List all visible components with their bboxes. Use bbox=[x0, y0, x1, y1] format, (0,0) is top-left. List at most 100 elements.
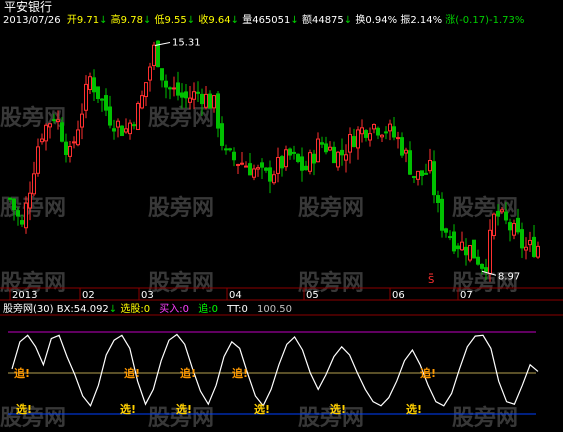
indicator-xuangu: 选股:0 bbox=[120, 304, 151, 315]
arrow-down-icon: ↓ bbox=[343, 15, 353, 26]
info-close: 收9.64 bbox=[198, 15, 231, 26]
zhui-signal-label: 追! bbox=[124, 366, 140, 380]
arrow-down-icon: ↓ bbox=[186, 15, 196, 26]
indicator-bx: BX:54.092 bbox=[56, 304, 109, 315]
candle-body bbox=[300, 156, 304, 171]
candle-body bbox=[520, 229, 524, 249]
candle-body bbox=[432, 161, 436, 196]
candle-body bbox=[32, 173, 36, 195]
info-low: 低9.55 bbox=[154, 15, 187, 26]
candle-body bbox=[184, 91, 188, 99]
candle-body bbox=[528, 239, 532, 246]
info-turnover: 换0.94% bbox=[355, 15, 398, 26]
zhui-signal-label: 追! bbox=[180, 366, 196, 380]
candle-body bbox=[52, 119, 56, 122]
arrow-down-icon: ↓ bbox=[99, 15, 108, 26]
watermark-text: 股旁网 bbox=[148, 105, 214, 131]
candle-body bbox=[448, 236, 452, 239]
candle-body bbox=[388, 123, 392, 132]
candle-body bbox=[224, 148, 228, 151]
indicator-zhui: 追:0 bbox=[198, 304, 218, 315]
time-axis-label: 07 bbox=[460, 290, 473, 301]
candle-body bbox=[100, 98, 104, 101]
candle-body bbox=[256, 167, 260, 170]
candle-body bbox=[236, 163, 240, 166]
candle-body bbox=[476, 256, 480, 265]
candle-body bbox=[152, 44, 156, 67]
info-amplitude: 振2.14% bbox=[400, 15, 443, 26]
candle-body bbox=[428, 160, 432, 172]
candle-body bbox=[128, 122, 132, 135]
stock-chart[interactable]: 股旁网 股旁网 股旁网 股旁网 股旁网 股旁网 股旁网 股旁网 股旁网 股旁网 股旁网 股旁网 股旁网股… bbox=[0, 0, 563, 432]
candle-body bbox=[208, 93, 212, 109]
candle-body bbox=[480, 263, 484, 269]
xuan-signal-label: 选! bbox=[16, 402, 32, 416]
arrow-down-icon: ↓ bbox=[108, 304, 118, 315]
candle-body bbox=[276, 156, 280, 174]
candle-body bbox=[248, 163, 252, 176]
indicator-mairu: 买入:0 bbox=[159, 304, 190, 315]
candle-body bbox=[400, 137, 404, 156]
candle-body bbox=[108, 106, 112, 126]
candle-body bbox=[280, 156, 284, 169]
candle-body bbox=[424, 172, 428, 175]
candle-body bbox=[164, 80, 168, 88]
xuan-signal-label: 选! bbox=[406, 402, 422, 416]
candle-body bbox=[416, 170, 420, 180]
candle-body bbox=[12, 198, 16, 211]
candle-body bbox=[328, 146, 332, 151]
candle-body bbox=[340, 149, 344, 156]
time-axis-label: 02 bbox=[82, 290, 95, 301]
candle-body bbox=[320, 142, 324, 145]
candle-body bbox=[76, 129, 80, 146]
info-change: 涨(-0.17)-1.73% bbox=[445, 15, 525, 26]
arrow-down-icon: ↓ bbox=[290, 15, 299, 26]
candle-body bbox=[324, 143, 328, 153]
candle-body bbox=[140, 95, 144, 109]
candle-body bbox=[404, 149, 408, 154]
watermark-text: 股旁网 bbox=[452, 195, 518, 221]
info-open: 开9.71 bbox=[66, 15, 100, 26]
candle-body bbox=[80, 113, 84, 128]
watermark-text: 股旁网 bbox=[148, 270, 214, 296]
indicator-tt: TT:0 bbox=[227, 304, 248, 315]
candle-body bbox=[60, 122, 64, 142]
candle-body bbox=[68, 145, 72, 157]
candle-body bbox=[508, 222, 512, 231]
price-chart[interactable]: 股旁网 股旁网股旁网 股旁网股旁网 股旁网 股旁网 股旁网股旁网 股旁网股旁网 股旁网 股旁网股… bbox=[0, 0, 563, 432]
candle-body bbox=[364, 130, 368, 138]
zhui-signal-label: 追! bbox=[232, 366, 248, 380]
candle-body bbox=[488, 229, 492, 274]
time-axis-label: 05 bbox=[306, 290, 319, 301]
candle-body bbox=[160, 68, 164, 81]
candle-body bbox=[348, 134, 352, 153]
candle-body bbox=[228, 148, 232, 151]
candle-body bbox=[472, 239, 476, 259]
candle-body bbox=[368, 133, 372, 141]
candle-body bbox=[204, 93, 208, 108]
watermark-text: 股旁网 bbox=[298, 195, 364, 221]
info-high: 高9.78 bbox=[110, 15, 143, 26]
candle-body bbox=[20, 220, 24, 225]
min-price-label: 8.97 bbox=[498, 271, 520, 282]
candle-body bbox=[124, 128, 128, 133]
candle-body bbox=[412, 176, 416, 179]
candle-body bbox=[96, 86, 100, 100]
candle-body bbox=[188, 97, 192, 103]
candle-body bbox=[232, 151, 236, 161]
candle-body bbox=[92, 77, 96, 93]
candle-body bbox=[216, 93, 220, 129]
candle-body bbox=[496, 210, 500, 217]
stock-name: 平安银行 bbox=[4, 0, 53, 14]
indicator-name: 股旁网(30) bbox=[3, 304, 54, 315]
time-axis-label: 06 bbox=[392, 290, 405, 301]
candle-body bbox=[504, 211, 508, 221]
candle-body bbox=[196, 91, 200, 94]
candle-body bbox=[392, 126, 396, 138]
candle-body bbox=[376, 127, 380, 136]
max-price-label: 15.31 bbox=[172, 37, 201, 48]
candle-body bbox=[516, 217, 520, 233]
xuan-signal-label: 选! bbox=[120, 402, 136, 416]
watermark-text: 股旁网 bbox=[148, 195, 214, 221]
candle-body bbox=[268, 167, 272, 182]
